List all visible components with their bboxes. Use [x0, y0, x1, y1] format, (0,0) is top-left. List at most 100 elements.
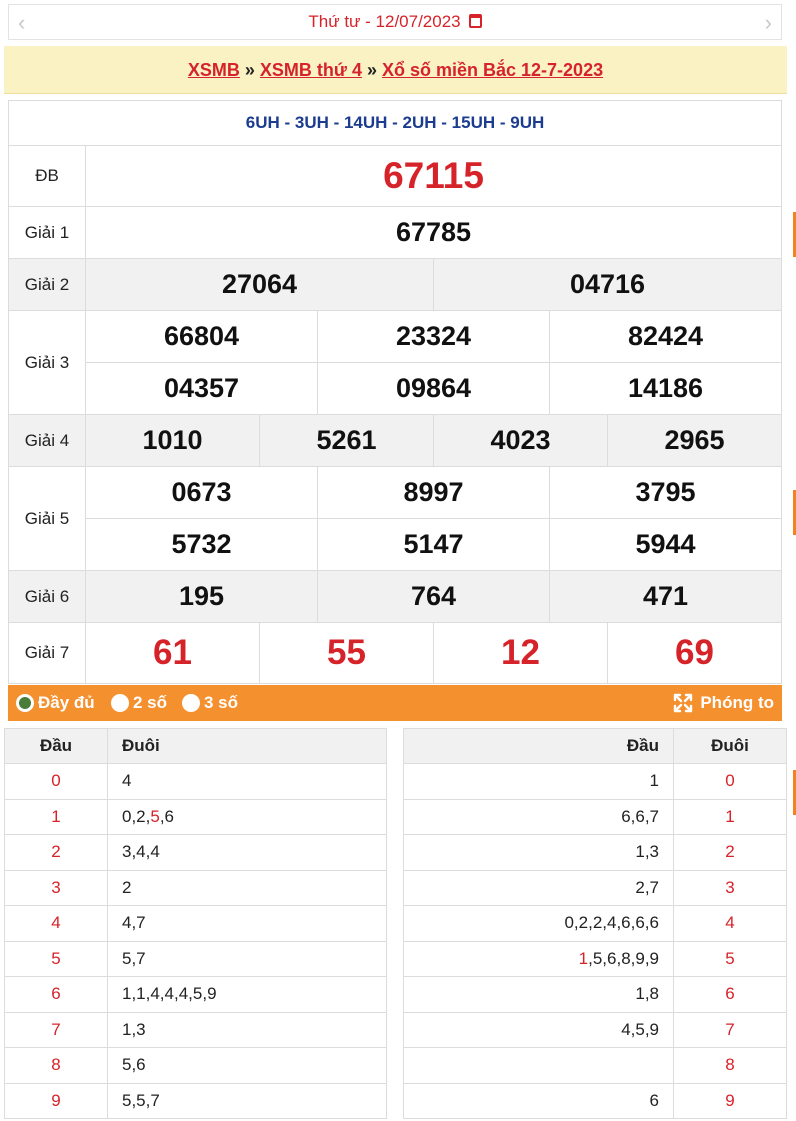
loto-head-values: 6,6,7 — [403, 798, 674, 835]
option-full[interactable]: Đầy đủ — [16, 693, 95, 713]
loto-tail-digit: 1 — [673, 798, 787, 835]
breadcrumb-separator: » — [361, 60, 382, 80]
loto-value: 1,8 — [635, 984, 659, 1004]
loto-row: 7 1,3 — [4, 1011, 387, 1048]
loto-tail-values: 5,5,7 — [107, 1082, 387, 1119]
ticket-codes-row: 6UH - 3UH - 14UH - 2UH - 15UH - 9UH — [8, 100, 782, 146]
col-tail-label: Đuôi — [107, 728, 387, 764]
loto-tail-digit: 2 — [673, 834, 787, 871]
loto-value: 5,7 — [122, 948, 146, 968]
prize-label: Giải 4 — [8, 414, 86, 467]
loto-header-row: Đầu Đuôi — [403, 728, 787, 764]
prize-number-g7: 69 — [607, 622, 782, 684]
loto-row: 2 3,4,4 — [4, 834, 387, 871]
chevron-right-icon[interactable]: › — [765, 12, 772, 34]
loto-tail-values: 3,4,4 — [107, 834, 387, 871]
prize-number-g7: 12 — [433, 622, 608, 684]
loto-tail-digit: 8 — [673, 1047, 787, 1084]
loto-head-values: 1,8 — [403, 976, 674, 1013]
prize-number: 23324 — [317, 310, 550, 363]
radio-selected-icon[interactable] — [16, 694, 34, 712]
loto-head-values: 4,5,9 — [403, 1011, 674, 1048]
loto-value: 4 — [122, 771, 132, 791]
loto-head-digit: 6 — [4, 976, 108, 1013]
option-three-digits[interactable]: 3 số — [182, 693, 238, 713]
breadcrumb-link-xsmb-thu-4[interactable]: XSMB thứ 4 — [260, 60, 362, 80]
prize-number: 471 — [549, 570, 782, 623]
loto-head-digit: 9 — [4, 1082, 108, 1119]
calendar-icon[interactable] — [468, 14, 482, 28]
prize-number: 66804 — [85, 310, 318, 363]
breadcrumb-link-xsmb[interactable]: XSMB — [188, 60, 240, 80]
breadcrumb-link-current[interactable]: Xổ số miền Bắc 12-7-2023 — [382, 60, 603, 80]
loto-value: 4,7 — [122, 913, 146, 933]
loto-head-values — [403, 1047, 674, 1084]
loto-tail-values: 5,6 — [107, 1047, 387, 1084]
prize-label: Giải 5 — [8, 466, 86, 571]
prize-label: Giải 2 — [8, 258, 86, 311]
loto-value: 2,7 — [635, 877, 659, 897]
loto-row: 6 1,1,4,4,4,5,9 — [4, 976, 387, 1013]
prize-number: 5944 — [549, 518, 782, 571]
loto-row: 8 5,6 — [4, 1047, 387, 1084]
loto-tail-values: 5,7 — [107, 940, 387, 977]
prize-row-db: ĐB 67115 — [8, 145, 782, 207]
loto-head-values: 6 — [403, 1082, 674, 1119]
display-options-bar: Đầy đủ 2 số 3 số Phóng to — [8, 685, 782, 721]
prize-row-g1: Giải 1 67785 — [8, 206, 782, 259]
breadcrumb: XSMB » XSMB thứ 4 » Xổ số miền Bắc 12-7-… — [4, 46, 787, 94]
prize-row-g2: Giải 2 27064 04716 — [8, 258, 782, 311]
option-label: Đầy đủ — [38, 693, 95, 712]
radio-icon[interactable] — [182, 694, 200, 712]
loto-value: ,5,6,8,9,9 — [588, 948, 659, 968]
prize-number-db: 67115 — [85, 145, 782, 207]
radio-icon[interactable] — [111, 694, 129, 712]
loto-row: 32 — [4, 869, 387, 906]
loto-row: 1,5,6,8,9,9 5 — [403, 940, 787, 977]
loto-row: 8 — [403, 1047, 787, 1084]
loto-row: 1,3 2 — [403, 834, 787, 871]
loto-head-values: 1 — [403, 763, 674, 800]
loto-row: 9 5,5,7 — [4, 1082, 387, 1119]
prize-number: 5732 — [85, 518, 318, 571]
prize-number: 04357 — [85, 362, 318, 415]
loto-value: 2 — [122, 877, 132, 897]
loto-head-values: 0,2,2,4,6,6,6 — [403, 905, 674, 942]
prize-number: 14186 — [549, 362, 782, 415]
prize-number: 04716 — [433, 258, 782, 311]
loto-head-values: 1,5,6,8,9,9 — [403, 940, 674, 977]
loto-value: 4,5,9 — [621, 1019, 659, 1039]
loto-tail-values: 2 — [107, 869, 387, 906]
prize-label: ĐB — [8, 145, 86, 207]
prize-number: 0673 — [85, 466, 318, 519]
prize-number: 764 — [317, 570, 550, 623]
loto-value: 1,3 — [635, 842, 659, 862]
prize-row-g5b: 5732 5147 5944 — [9, 518, 782, 571]
prize-number: 09864 — [317, 362, 550, 415]
loto-head-digit: 8 — [4, 1047, 108, 1084]
option-two-digits[interactable]: 2 số — [111, 693, 167, 713]
loto-tail-values: 4 — [107, 763, 387, 800]
loto-tail-values: 1,3 — [107, 1011, 387, 1048]
prize-number: 8997 — [317, 466, 550, 519]
loto-tail-digit: 3 — [673, 869, 787, 906]
prize-row-g7: Giải 7 61 55 12 69 — [8, 622, 782, 684]
loto-head-values: 1,3 — [403, 834, 674, 871]
draw-date[interactable]: Thứ tư - 12/07/2023 — [9, 12, 781, 32]
loto-head-digit: 2 — [4, 834, 108, 871]
loto-tail-values: 1,1,4,4,4,5,9 — [107, 976, 387, 1013]
loto-row: 0,2,2,4,6,6,6 4 — [403, 905, 787, 942]
loto-value: 5,5,7 — [122, 1090, 160, 1110]
expand-icon — [674, 693, 693, 713]
loto-tail-digit: 0 — [673, 763, 787, 800]
prize-row-g4: Giải 4 1010 5261 4023 2965 — [8, 414, 782, 467]
prize-number-g7: 61 — [85, 622, 260, 684]
loto-head-values: 2,7 — [403, 869, 674, 906]
prize-number: 27064 — [85, 258, 434, 311]
prize-number: 195 — [85, 570, 318, 623]
zoom-button[interactable]: Phóng to — [672, 692, 774, 714]
loto-value: 3,4,4 — [122, 842, 160, 862]
loto-row: 10 — [403, 763, 787, 800]
prize-label: Giải 1 — [8, 206, 86, 259]
prize-label: Giải 3 — [8, 310, 86, 415]
